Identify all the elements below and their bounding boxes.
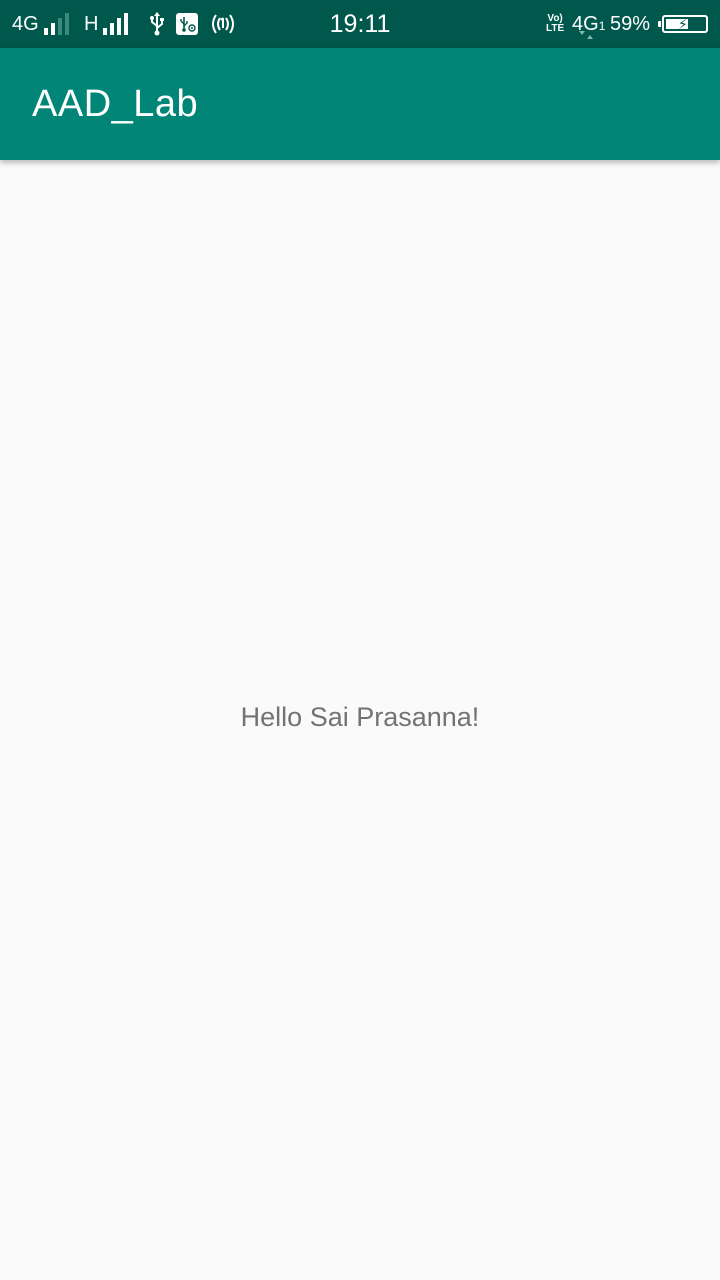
main-content: Hello Sai Prasanna!	[0, 160, 720, 1280]
data-network-indicator: 4G1	[572, 0, 605, 48]
status-bar: 4G H 19:11 Vo) LTE 4G1 59% ⚡	[0, 0, 720, 48]
volte-icon: Vo) LTE	[546, 0, 564, 48]
greeting-text: Hello Sai Prasanna!	[240, 702, 480, 732]
data-network-sim: 1	[598, 18, 606, 33]
charging-icon: ⚡	[678, 16, 688, 32]
app-bar: AAD_Lab	[0, 48, 720, 160]
data-activity-icon	[579, 31, 593, 39]
battery-percent-text: 59%	[610, 13, 651, 35]
battery-icon: ⚡	[658, 0, 708, 48]
volte-line2: LTE	[546, 23, 565, 34]
battery-percent: 59%	[610, 0, 650, 48]
app-title: AAD_Lab	[32, 82, 199, 125]
clock-text: 19:11	[329, 9, 391, 38]
